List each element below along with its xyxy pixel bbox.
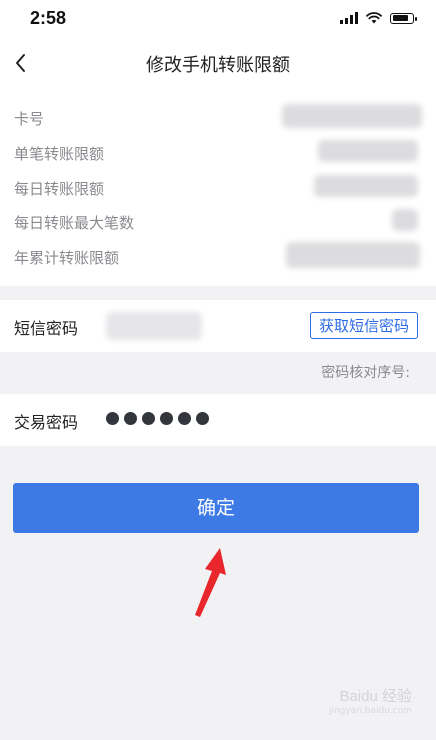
password-check-serial-hint: 密码核对序号: (321, 365, 410, 381)
daily-max-count-label: 每日转账最大笔数 (14, 214, 135, 232)
transaction-password-row: 交易密码 (0, 394, 436, 446)
card-info-section: 卡号 单笔转账限额 每日转账限额 每日转账最大笔数 年累计转账限额 (0, 88, 436, 286)
password-dot (196, 412, 209, 425)
daily-limit-value-redacted (314, 175, 418, 197)
status-time: 2:58 (30, 8, 67, 28)
password-dot (106, 412, 119, 425)
sms-password-label: 短信密码 (14, 319, 79, 338)
cellular-signal-icon (340, 12, 358, 24)
status-icons (340, 10, 417, 26)
wifi-icon (366, 12, 382, 24)
annual-limit-label: 年累计转账限额 (14, 249, 120, 267)
password-dot (124, 412, 137, 425)
baidu-watermark-url: jingyan.baidu.com (328, 706, 412, 716)
annual-limit-value-redacted (286, 242, 420, 268)
baidu-watermark: Baidu 经验 (339, 688, 412, 705)
page-title: 修改手机转账限额 (146, 55, 290, 76)
password-dot (178, 412, 191, 425)
transaction-password-input[interactable] (106, 412, 209, 425)
password-dot (142, 412, 155, 425)
annotation-arrow-icon (195, 548, 226, 617)
confirm-button[interactable]: 确定 (13, 483, 419, 533)
sms-password-row: 短信密码 获取短信密码 (0, 300, 436, 352)
status-bar: 2:58 (0, 0, 436, 38)
daily-max-count-value-redacted (392, 209, 418, 231)
card-number-label: 卡号 (14, 110, 45, 128)
single-limit-label: 单笔转账限额 (14, 145, 105, 163)
transaction-password-label: 交易密码 (14, 413, 79, 432)
nav-bar: 修改手机转账限额 (0, 38, 436, 88)
get-sms-code-button[interactable]: 获取短信密码 (309, 312, 418, 339)
sms-password-input[interactable] (106, 312, 202, 340)
single-limit-value-redacted (318, 140, 418, 162)
password-dot (160, 412, 173, 425)
daily-limit-label: 每日转账限额 (14, 180, 105, 198)
battery-icon (390, 12, 417, 24)
card-number-value-redacted (282, 104, 422, 128)
